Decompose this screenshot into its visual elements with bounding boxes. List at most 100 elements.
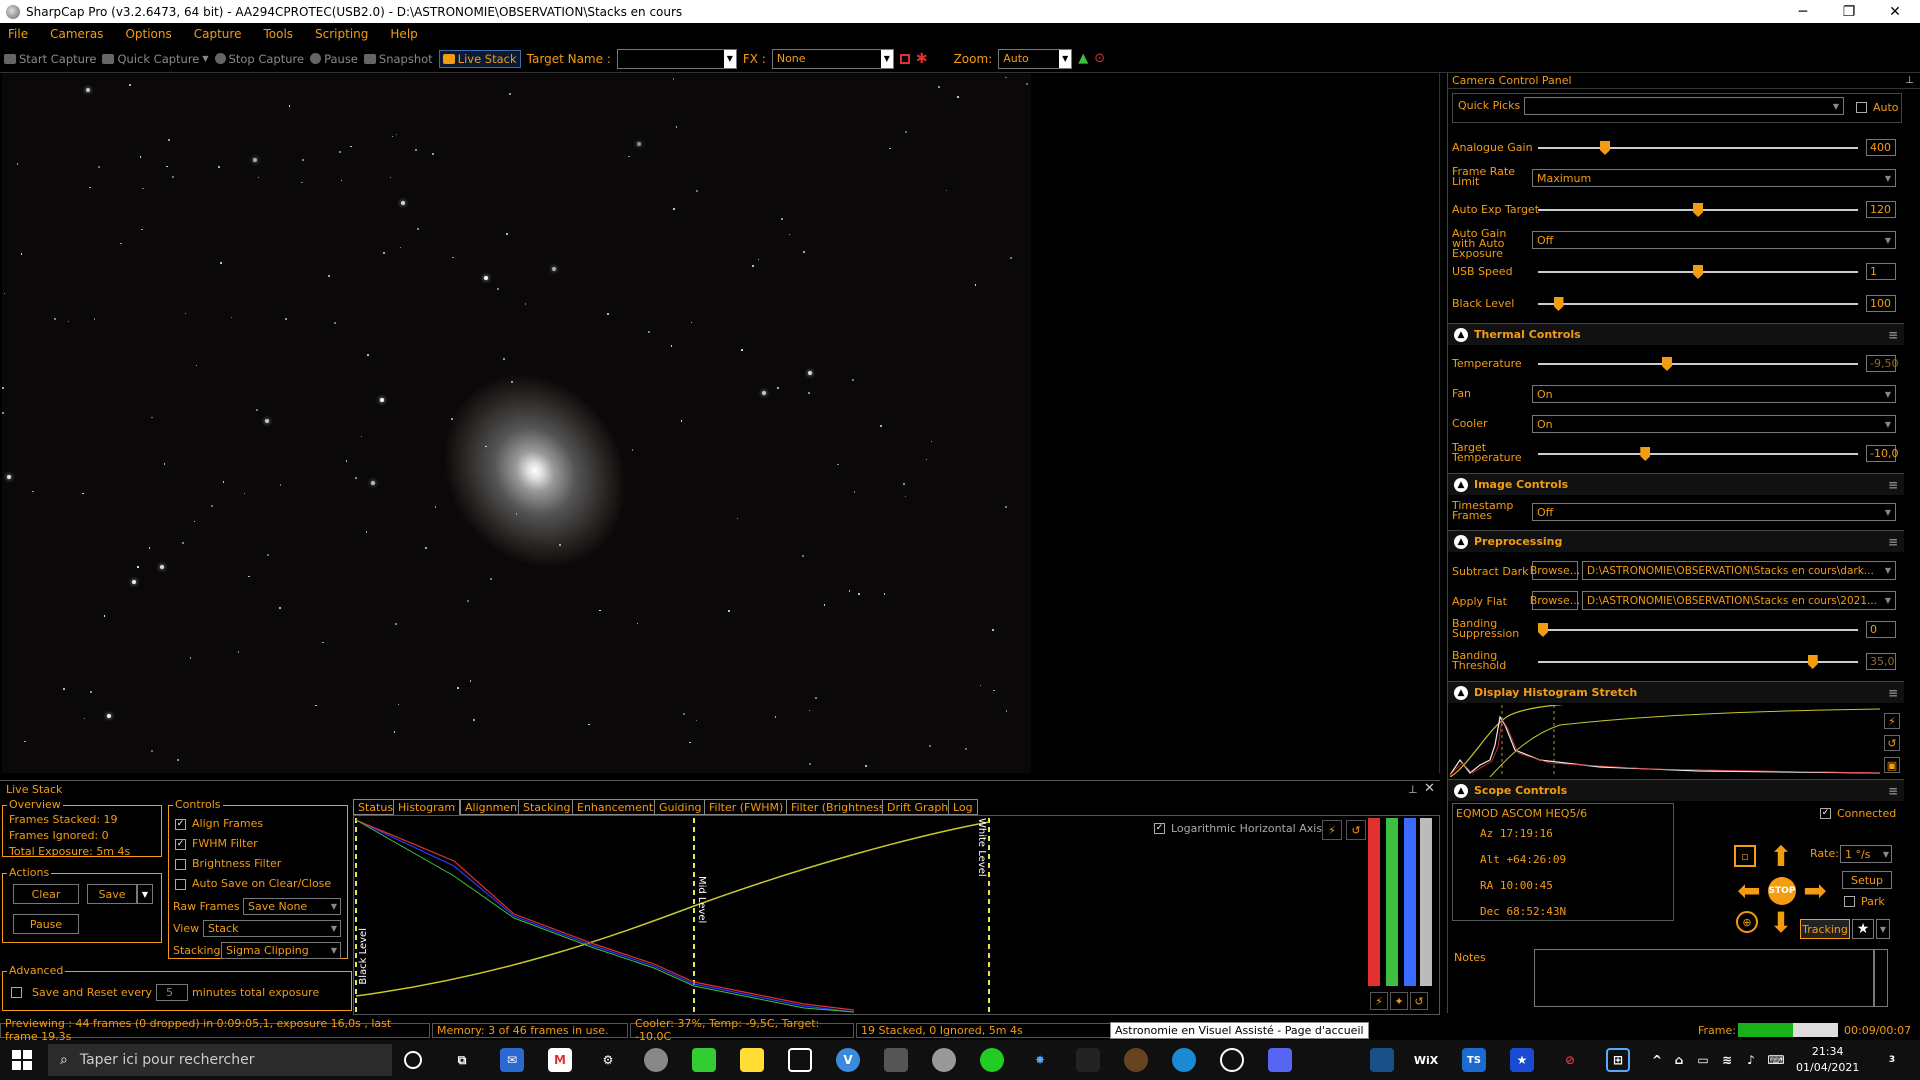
stop-button[interactable]: STOP [1768,877,1796,905]
app-icon[interactable] [1124,1048,1148,1072]
clock[interactable]: 21:34 01/04/2021 [1796,1044,1859,1076]
app-icon[interactable]: ★ [1510,1048,1534,1072]
minimize-button[interactable]: ─ [1780,0,1826,23]
taskbar-search-box[interactable]: ⌕ Taper ici pour rechercher [48,1044,392,1076]
raw-frames-combo[interactable]: Save None ▼ [243,898,341,915]
save-reset-checkbox[interactable] [11,987,22,998]
stop-capture-button[interactable]: Stop Capture [214,52,304,66]
menu-tools[interactable]: Tools [263,27,293,41]
slider-thumb[interactable] [1693,203,1703,217]
app-icon[interactable]: ✸ [1028,1048,1052,1072]
notes-textarea[interactable] [1534,949,1874,1007]
histogram-stretch-graph[interactable] [1450,705,1880,777]
auto-exp-target-slider[interactable] [1538,203,1858,217]
collapse-icon[interactable]: ▲ [1454,327,1468,342]
log-axis-checkbox[interactable]: ✓ Logarithmic Horizontal Axis [1154,822,1322,835]
auto-exp-target-value[interactable]: 120 [1866,201,1896,218]
park-checkbox-box[interactable] [1844,896,1855,907]
tab-drift-graph[interactable]: Drift Graph [882,799,954,815]
cooler-combo[interactable]: On ▼ [1532,415,1896,433]
green-level-slider[interactable] [1386,818,1398,986]
notification-icon[interactable]: 3 [1880,1048,1904,1072]
notes-scrollbar[interactable] [1874,949,1888,1007]
timestamp-combo[interactable]: Off ▼ [1532,503,1896,521]
live-stack-histogram[interactable]: Black Level Mid Level White Level ✓ Logar… [353,815,1440,1015]
live-stack-button[interactable]: Live Stack [438,49,521,68]
fwhm-filter-box[interactable]: ✓ [175,838,186,850]
scope-controls-header[interactable]: ▲ Scope Controls ≡ [1448,779,1904,801]
black-level-slider[interactable] [1538,297,1858,311]
menu-help[interactable]: Help [390,27,417,41]
auto-stretch-icon[interactable]: ⚡ [1322,820,1342,840]
subtract-dark-browse-button[interactable]: Browse... [1530,561,1580,580]
edge-icon[interactable] [1172,1048,1196,1072]
chevron-down-icon[interactable]: ▼ [1876,919,1890,939]
app-icon[interactable]: ⊘ [1558,1048,1582,1072]
quick-picks-combo[interactable]: ▼ [1524,97,1844,115]
red-level-slider[interactable] [1368,818,1380,986]
pause-stack-button[interactable]: Pause [13,914,79,934]
stacking-combo[interactable]: Sigma Clipping ▼ [221,942,341,959]
battery-icon[interactable]: ▭ [1696,1048,1710,1072]
tab-guiding[interactable]: Guiding [654,799,707,815]
apply-flat-combo[interactable]: D:\ASTRONOMIE\OBSERVATION\Stacks en cour… [1582,591,1896,610]
gmail-icon[interactable]: M [548,1048,572,1072]
close-panel-icon[interactable]: ✕ [1424,781,1435,796]
maximize-button[interactable]: ❐ [1826,0,1872,23]
volume-icon[interactable]: ♪ [1744,1048,1758,1072]
chevron-down-icon[interactable]: ▼ [137,884,153,904]
collapse-icon[interactable]: ▲ [1454,477,1468,492]
app-icon[interactable] [1076,1048,1100,1072]
reticle-icon[interactable] [899,53,910,64]
discord-icon[interactable] [1268,1048,1292,1072]
align-frames-checkbox[interactable]: ✓ Align Frames [175,814,331,834]
network-icon[interactable]: ⌂ [1672,1048,1686,1072]
menu-icon[interactable]: ≡ [1888,535,1898,549]
image-controls-header[interactable]: ▲ Image Controls ≡ [1448,473,1904,495]
target-temperature-value[interactable]: -10,0 [1866,445,1898,462]
app-icon[interactable] [1220,1048,1244,1072]
arrow-up-icon[interactable]: ⬆ [1766,840,1796,873]
tracking-button[interactable]: Tracking [1800,919,1850,939]
tab-enhancement[interactable]: Enhancement [572,799,659,815]
app-icon[interactable] [980,1048,1004,1072]
analogue-gain-slider[interactable] [1538,141,1858,155]
pin-icon[interactable]: ⊥ [1408,783,1418,796]
app-icon[interactable] [692,1048,716,1072]
auto-checkbox[interactable]: Auto [1856,101,1899,114]
menu-icon[interactable]: ≡ [1888,784,1898,798]
histogram-icon[interactable]: ▲ [1078,51,1088,66]
frame-rate-combo[interactable]: Maximum ▼ [1532,169,1896,187]
banding-threshold-slider[interactable] [1538,655,1858,669]
task-view-icon[interactable]: ⧉ [450,1048,474,1072]
brightness-filter-checkbox[interactable]: Brightness Filter [175,854,331,874]
auto-save-box[interactable] [175,878,186,890]
menu-icon[interactable]: ≡ [1888,328,1898,342]
magnifier-icon[interactable]: ⊙ [1094,51,1105,66]
tab-histogram[interactable]: Histogram [393,799,461,815]
star-icon[interactable]: ★ [1852,919,1874,939]
menu-capture[interactable]: Capture [194,27,242,41]
start-capture-button[interactable]: Start Capture [4,52,96,66]
crosshair-icon[interactable]: ⊕ [1736,911,1758,933]
save-button[interactable]: Save [87,884,137,904]
auto-stretch-icon[interactable]: ⚡ [1370,992,1388,1010]
image-viewer[interactable] [2,73,1031,773]
fan-combo[interactable]: On ▼ [1532,385,1896,403]
histogram-stretch-header[interactable]: ▲ Display Histogram Stretch ≡ [1448,681,1904,703]
app-icon[interactable] [884,1048,908,1072]
clear-button[interactable]: Clear [13,884,79,904]
minutes-spinner[interactable]: 5 [156,984,188,1001]
fwhm-filter-checkbox[interactable]: ✓ FWHM Filter [175,834,331,854]
apply-flat-browse-button[interactable]: Browse... [1530,591,1580,610]
app-icon[interactable]: V [836,1048,860,1072]
windows-start-icon[interactable] [12,1050,32,1070]
auto-stretch-icon[interactable]: ⚡ [1884,713,1900,729]
slider-thumb[interactable] [1640,447,1651,461]
tab-alignment[interactable]: Alignment [460,799,527,815]
connected-checkbox-box[interactable]: ✓ [1820,808,1831,819]
reset-icon[interactable]: ↺ [1346,820,1366,840]
menu-file[interactable]: File [8,27,28,41]
view-combo[interactable]: Stack ▼ [203,920,341,937]
tab-filter-brightness[interactable]: Filter (Brightness) [786,799,894,815]
